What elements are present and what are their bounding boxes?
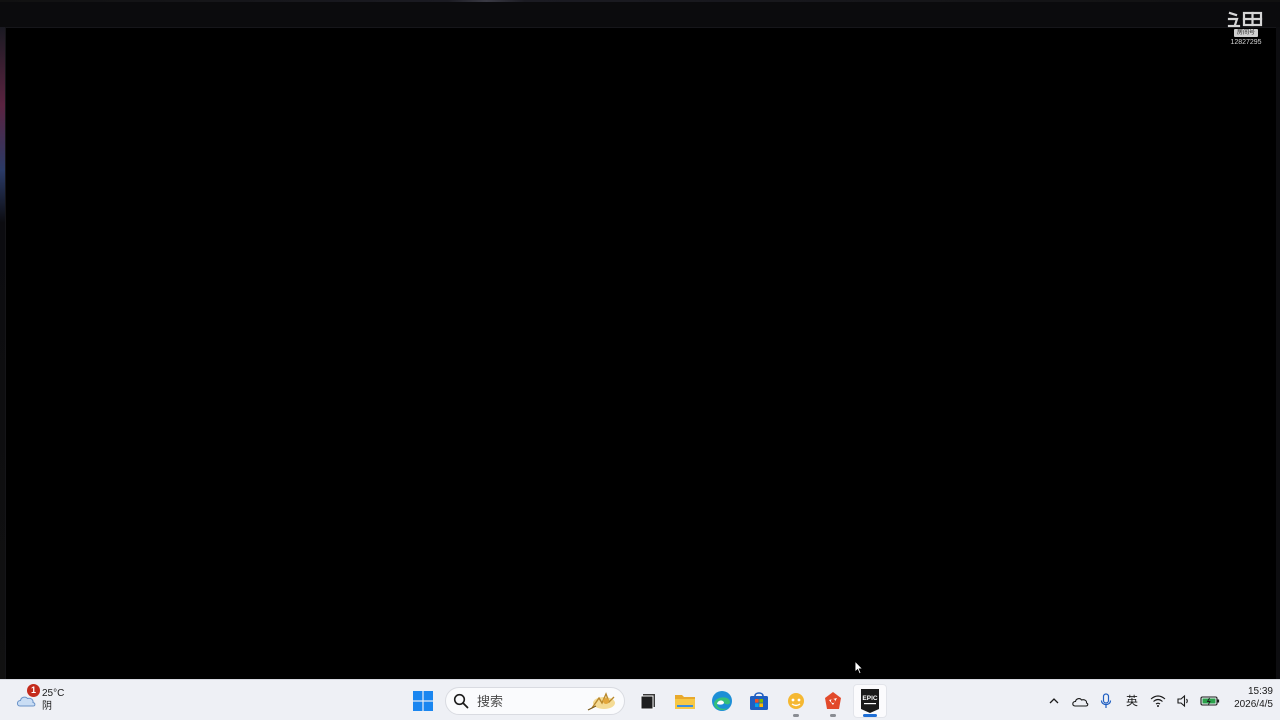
game-viewport[interactable] [6, 28, 1276, 679]
system-clock[interactable]: 15:39 2026/4/5 [1219, 685, 1273, 711]
weather-condition: 阴 [42, 701, 52, 712]
game-launcher-button[interactable] [816, 684, 850, 718]
task-view-button[interactable] [631, 684, 665, 718]
active-indicator [862, 713, 877, 717]
chat-app-button[interactable] [779, 684, 813, 718]
desktop-screen: 房间号 12827295 1 25°C 阴 搜索 EPIC 英 15:39 20… [0, 0, 1280, 720]
clock-date: 2026/4/5 [1234, 699, 1273, 710]
windows-start-icon [412, 690, 433, 711]
taskbar-center-group: 搜索 EPIC [404, 683, 888, 718]
douyu-logo-icon [1227, 11, 1263, 28]
store-icon [749, 691, 768, 710]
weather-temperature: 25°C [42, 688, 65, 699]
running-indicator [829, 713, 836, 717]
weather-widget[interactable]: 1 25°C 阴 [14, 684, 64, 716]
chat-app-icon [787, 692, 804, 709]
stream-watermark: 房间号 12827295 [1226, 10, 1266, 50]
game-launcher-icon [824, 691, 841, 709]
microphone-button[interactable] [1096, 689, 1116, 713]
edge-browser-icon [711, 690, 732, 711]
taskbar: 1 25°C 阴 搜索 EPIC 英 15:39 2026/4/5 [0, 679, 1280, 720]
window-right-edge [1276, 27, 1280, 679]
room-label: 房间号 [1233, 29, 1258, 37]
system-tray: 英 [1041, 684, 1223, 717]
search-icon [453, 693, 469, 708]
onedrive-button[interactable] [1070, 689, 1090, 713]
search-highlight-icon [587, 691, 615, 711]
file-explorer-button[interactable] [668, 684, 702, 718]
network-button[interactable] [1148, 689, 1168, 713]
start-button[interactable] [406, 684, 440, 718]
edge-button[interactable] [705, 684, 739, 718]
wifi-icon [1150, 694, 1166, 707]
volume-icon [1177, 694, 1188, 707]
volume-button[interactable] [1174, 689, 1194, 713]
epic-label: EPIC [862, 695, 877, 702]
mouse-cursor-icon [854, 660, 864, 675]
battery-button[interactable] [1200, 689, 1220, 713]
folder-icon [674, 694, 695, 709]
clock-time: 15:39 [1247, 686, 1273, 697]
microsoft-store-button[interactable] [742, 684, 776, 718]
cloud-icon [1072, 697, 1089, 707]
epic-games-icon: EPIC [860, 688, 879, 713]
show-hidden-icons-button[interactable] [1044, 689, 1064, 713]
chevron-up-icon [1049, 697, 1059, 703]
running-indicator [792, 713, 799, 717]
weather-notification-badge: 1 [27, 684, 40, 697]
search-input[interactable]: 搜索 [445, 686, 625, 715]
search-placeholder: 搜索 [477, 694, 504, 709]
battery-icon [1200, 695, 1220, 706]
task-view-icon [640, 693, 655, 709]
microphone-icon [1100, 692, 1112, 708]
window-titlebar[interactable] [0, 0, 1280, 28]
epic-games-button[interactable]: EPIC [852, 683, 887, 718]
room-id: 12827295 [1230, 39, 1262, 46]
titlebar-edge [0, 0, 1280, 2]
input-language-button[interactable]: 英 [1122, 689, 1142, 713]
